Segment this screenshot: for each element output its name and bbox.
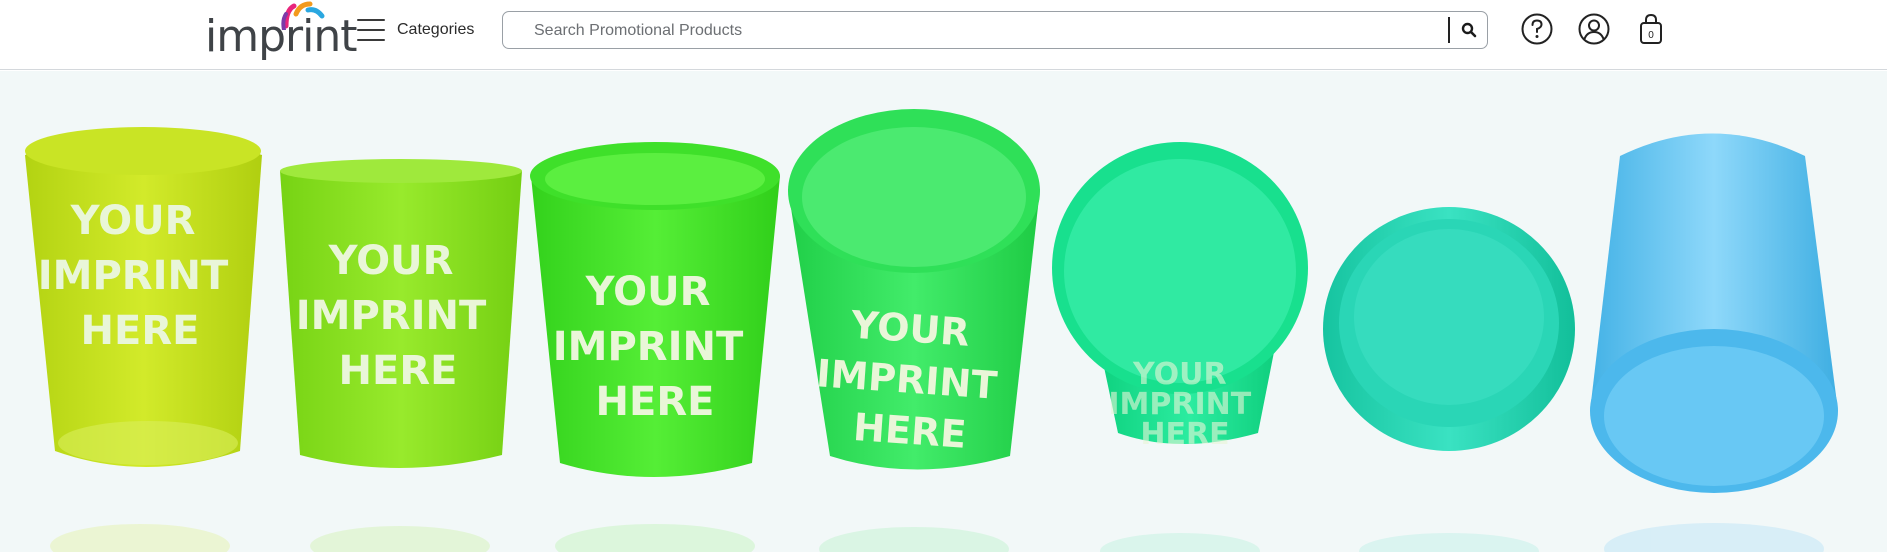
cup-1-imprint-line-1: YOUR: [70, 198, 196, 244]
cup-3: YOUR IMPRINT HERE: [530, 142, 780, 477]
cup-5-imprint-line-3: HERE: [1140, 417, 1229, 452]
hamburger-menu-icon: [357, 19, 385, 41]
search-icon: [1461, 22, 1477, 38]
cart-count: 0: [1648, 30, 1654, 41]
search-input[interactable]: [532, 12, 1436, 50]
cup-2-imprint-line-3: HERE: [339, 348, 458, 394]
site-header: imprint Categories 0: [0, 0, 1887, 70]
cups-illustration: YOUR IMPRINT HERE YOUR IMPRINT HERE YOUR…: [25, 109, 1838, 552]
search-bar: [502, 11, 1488, 50]
cup-4-imprint-line-1: YOUR: [849, 302, 971, 354]
user-circle-icon[interactable]: [1576, 11, 1612, 47]
cup-3-imprint-line-2: IMPRINT: [553, 324, 744, 370]
cup-4: YOUR IMPRINT HERE: [788, 109, 1040, 470]
cup-7: [1590, 133, 1838, 493]
cup-reflections: [50, 523, 1824, 552]
logo-text: imprint: [205, 11, 357, 62]
cup-4-imprint-line-3: HERE: [852, 405, 968, 457]
cup-2: YOUR IMPRINT HERE: [280, 159, 522, 468]
cup-1-imprint-line-2: IMPRINT: [38, 253, 229, 299]
cup-3-imprint-line-1: YOUR: [585, 269, 711, 315]
search-divider: [1448, 17, 1450, 43]
cup-5: YOUR IMPRINT HERE: [1052, 142, 1308, 452]
shopping-bag-icon: 0: [1640, 13, 1662, 44]
cup-1-imprint-line-3: HERE: [81, 308, 200, 354]
cup-3-imprint-line-3: HERE: [596, 379, 715, 425]
search-button[interactable]: [1455, 17, 1483, 43]
cup-6: [1323, 207, 1575, 451]
categories-button[interactable]: Categories: [357, 14, 474, 46]
imprint-logo[interactable]: imprint: [205, 0, 357, 62]
categories-label: Categories: [397, 21, 475, 38]
cup-1: YOUR IMPRINT HERE: [25, 127, 262, 467]
cart-button[interactable]: 0: [1634, 11, 1670, 47]
cup-2-imprint-line-1: YOUR: [328, 238, 454, 284]
question-circle-icon[interactable]: [1519, 11, 1555, 47]
hero-banner[interactable]: YOUR IMPRINT HERE YOUR IMPRINT HERE YOUR…: [0, 71, 1887, 552]
cup-2-imprint-line-2: IMPRINT: [296, 293, 487, 339]
